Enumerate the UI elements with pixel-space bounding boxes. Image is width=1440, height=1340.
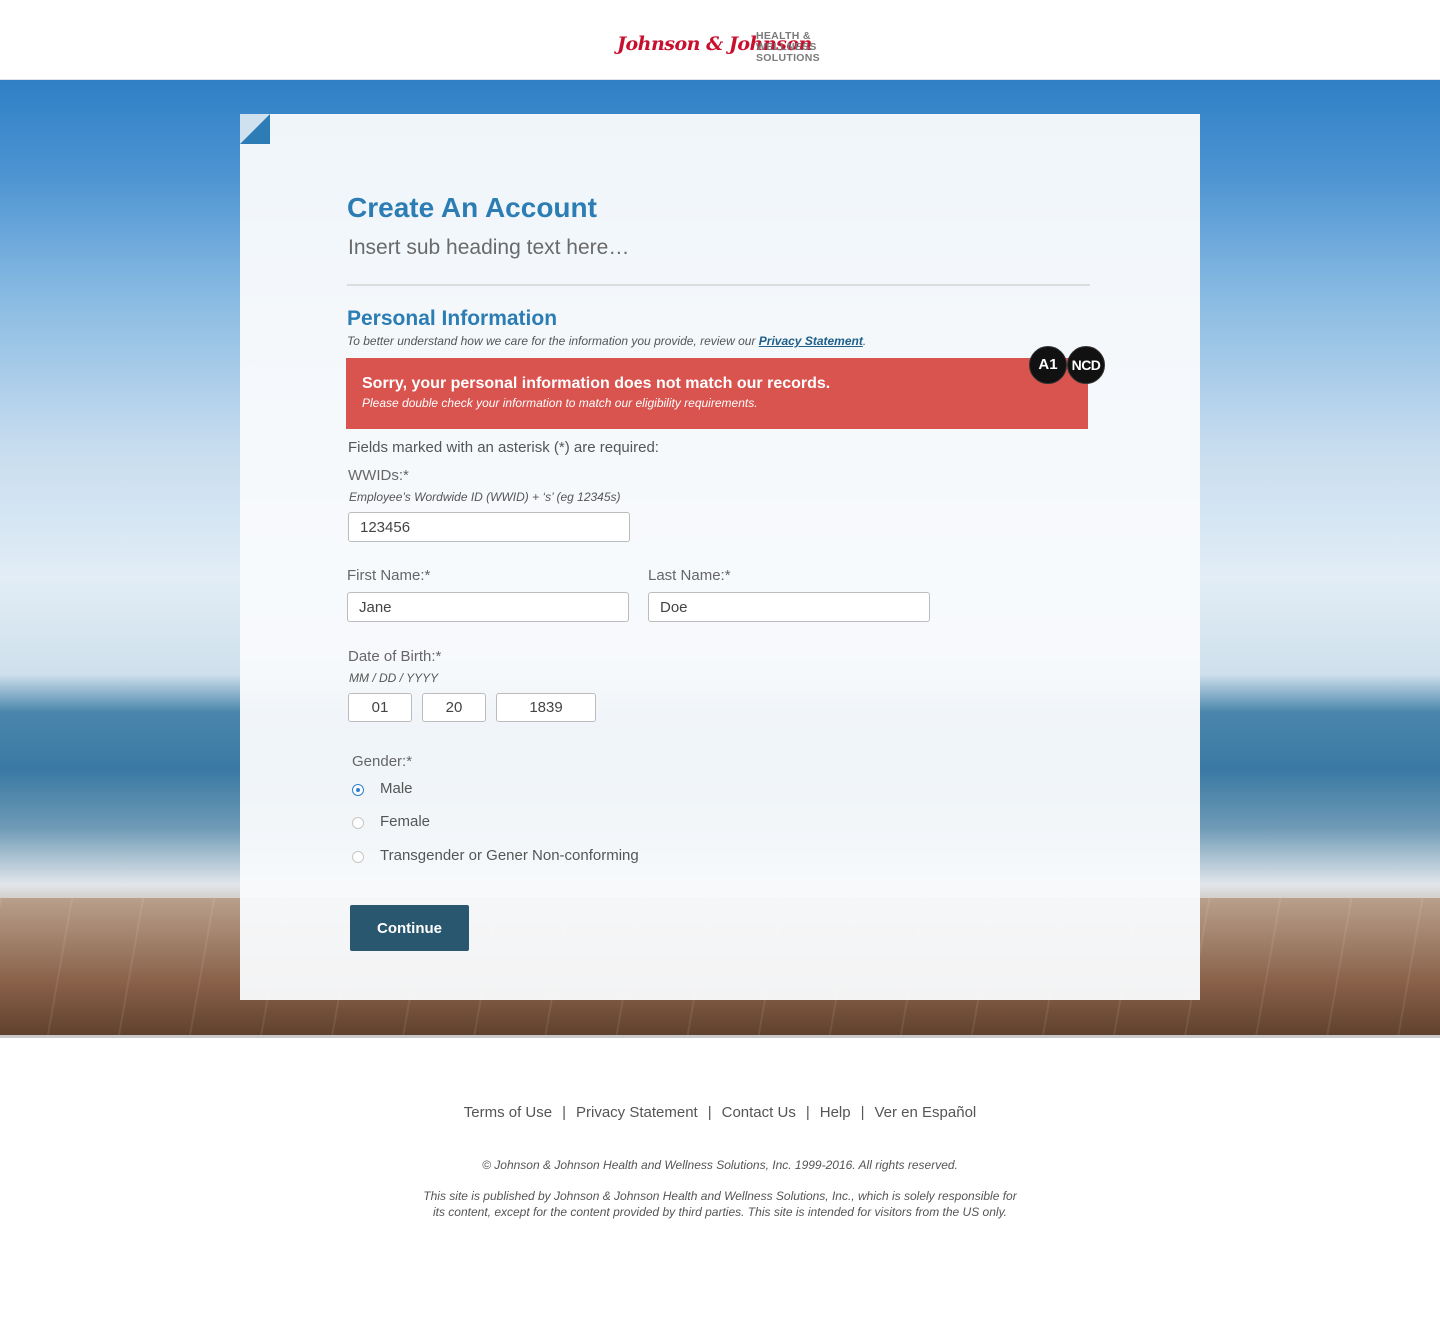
account-card: Create An Account Insert sub heading tex… [240, 114, 1200, 1000]
footer-link-help[interactable]: Help [820, 1104, 851, 1121]
gender-option-label: Female [380, 813, 431, 830]
jnj-logo[interactable]: Johnson & Johnson HEALTH & WELLNESS SOLU… [617, 30, 827, 68]
footer-separator: | [860, 1104, 865, 1121]
alert-text: Please double check your information to … [362, 396, 758, 410]
footer-link-terms[interactable]: Terms of Use [464, 1104, 552, 1121]
footer-copyright: © Johnson & Johnson Health and Wellness … [482, 1158, 958, 1172]
footer-nav: Terms of Use | Privacy Statement | Contact U… [0, 1104, 1440, 1121]
site-header: Johnson & Johnson HEALTH & WELLNESS SOLU… [0, 0, 1440, 80]
hero-divider [0, 1035, 1440, 1038]
annotation-badge-a1: A1 [1029, 346, 1067, 384]
radio-unchecked-icon[interactable] [352, 851, 364, 863]
error-alert: Sorry, your personal information does no… [346, 358, 1088, 429]
footer-link-spanish[interactable]: Ver en Español [875, 1104, 977, 1121]
footer-link-privacy[interactable]: Privacy Statement [576, 1104, 698, 1121]
section-note-text: To better understand how we care for the… [347, 334, 759, 348]
gender-option-label: Transgender or Gener Non-conforming [380, 847, 639, 864]
wwid-input[interactable] [348, 512, 630, 542]
privacy-statement-link[interactable]: Privacy Statement [759, 334, 863, 348]
section-title: Personal Information [347, 307, 558, 330]
footer-link-contact[interactable]: Contact Us [722, 1104, 796, 1121]
first-name-label: First Name:* [347, 567, 431, 584]
logo-wordmark: HEALTH & WELLNESS SOLUTIONS [756, 31, 820, 64]
alert-title: Sorry, your personal information does no… [362, 375, 831, 392]
gender-option-label: Male [380, 780, 413, 797]
page-subtitle: Insert sub heading text here… [348, 236, 630, 259]
radio-checked-icon[interactable] [352, 784, 364, 796]
dob-month-input[interactable] [348, 693, 412, 722]
footer-separator: | [805, 1104, 810, 1121]
footer-separator: | [562, 1104, 566, 1121]
footer-separator: | [707, 1104, 712, 1121]
continue-button[interactable]: Continue [350, 905, 469, 951]
page-fold-accent [240, 114, 270, 144]
annotation-badge-ncd: NCD [1067, 346, 1105, 384]
required-fields-note: Fields marked with an asterisk (*) are r… [348, 439, 659, 456]
dob-year-input[interactable] [496, 693, 596, 722]
section-note-suffix: . [862, 334, 867, 348]
dob-label: Date of Birth:* [348, 648, 442, 665]
footer-disclaimer: This site is published by Johnson & John… [423, 1189, 1017, 1219]
section-note: To better understand how we care for the… [347, 334, 866, 348]
radio-unchecked-icon[interactable] [352, 817, 364, 829]
wwid-label: WWIDs:* [348, 467, 409, 484]
logo-line-3: SOLUTIONS [756, 52, 820, 64]
dob-hint: MM / DD / YYYY [349, 671, 439, 685]
title-divider [347, 284, 1090, 286]
gender-label: Gender:* [352, 753, 413, 770]
last-name-label: Last Name:* [648, 567, 731, 584]
last-name-input[interactable] [648, 592, 930, 622]
page-title: Create An Account [347, 192, 597, 223]
dob-day-input[interactable] [422, 693, 486, 722]
wwid-hint: Employee’s Wordwide ID (WWID) + ‘s’ (eg … [349, 490, 621, 504]
first-name-input[interactable] [347, 592, 629, 622]
